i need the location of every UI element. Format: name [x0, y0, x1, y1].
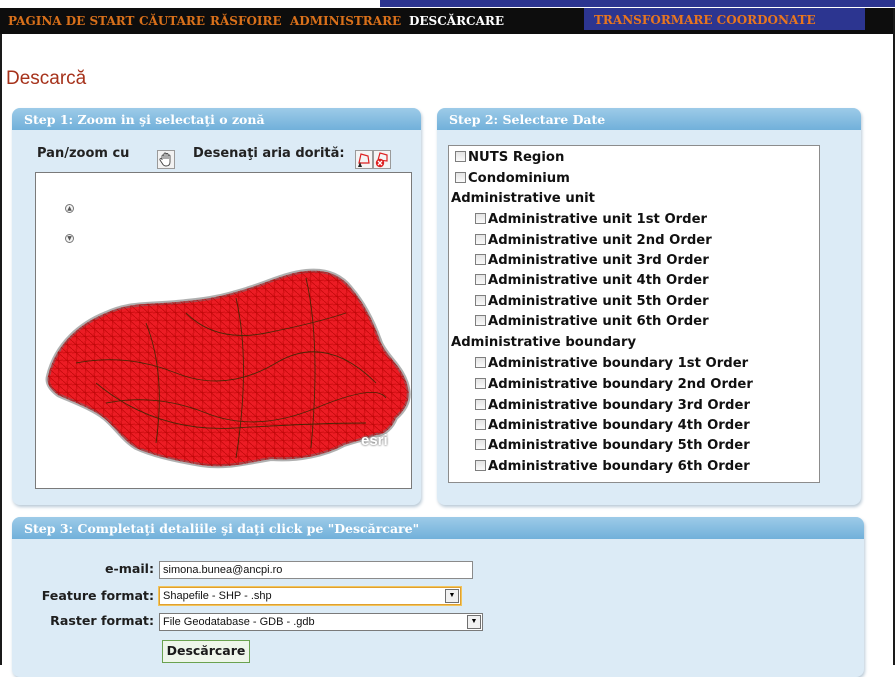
email-label: e-mail: [104, 561, 154, 576]
nav-cautare[interactable]: CĂUTARE [131, 8, 213, 34]
checkbox-icon[interactable] [455, 151, 466, 162]
checkbox-admin-unit-2[interactable]: Administrative unit 2nd Order [475, 231, 712, 251]
raster-format-value: File Geodatabase - GDB - .gdb [163, 616, 315, 628]
checkbox-admin-boundary-4[interactable]: Administrative boundary 4th Order [475, 416, 750, 436]
nav-pagina-de-start[interactable]: PAGINA DE START [0, 8, 142, 34]
chevron-down-icon[interactable]: ▼ [445, 589, 459, 603]
nav-descarcare[interactable]: DESCĂRCARE [401, 8, 512, 34]
checkbox-icon[interactable] [475, 213, 486, 224]
pan-zoom-label: Pan/zoom cu [37, 146, 130, 161]
feature-format-label: Feature format: [41, 588, 154, 603]
checkbox-icon[interactable] [475, 439, 486, 450]
map-tools-row: Pan/zoom cu [37, 146, 129, 161]
romania-map [45, 268, 411, 469]
email-field[interactable]: simona.bunea@ancpi.ro [159, 561, 473, 579]
raster-format-select[interactable]: File Geodatabase - GDB - .gdb ▼ [159, 613, 483, 631]
clear-drawing-icon[interactable] [373, 150, 391, 169]
checkbox-admin-unit-4[interactable]: Administrative unit 4th Order [475, 271, 709, 291]
page-title: Descarcă [6, 68, 87, 89]
checkbox-icon[interactable] [475, 295, 486, 306]
checkbox-icon[interactable] [475, 315, 486, 326]
step2-header: Step 2: Selectare Date [437, 108, 861, 130]
checkbox-admin-boundary-2[interactable]: Administrative boundary 2nd Order [475, 375, 753, 395]
group-administrative-boundary: Administrative boundary [451, 335, 637, 350]
chevron-down-icon[interactable]: ▼ [467, 615, 481, 629]
raster-format-label: Raster format: [50, 613, 154, 628]
feature-format-select[interactable]: Shapefile - SHP - .shp ▼ [159, 587, 461, 605]
draw-label-wrap: Desenaţi aria dorită: [193, 146, 345, 161]
checkbox-admin-boundary-6[interactable]: Administrative boundary 6th Order [475, 457, 750, 477]
esri-logo: esri [361, 432, 388, 449]
draw-area-label: Desenaţi aria dorită: [193, 146, 345, 161]
checkbox-icon[interactable] [475, 274, 486, 285]
checkbox-icon[interactable] [475, 234, 486, 245]
checkbox-condominium[interactable]: Condominium [455, 169, 570, 189]
checkbox-admin-unit-3[interactable]: Administrative unit 3rd Order [475, 251, 709, 271]
top-accent-bar [380, 0, 895, 7]
feature-format-value: Shapefile - SHP - .shp [163, 590, 272, 602]
step3-header: Step 3: Completaţi detaliile şi daţi cli… [12, 517, 864, 539]
data-selection-list: NUTS Region Condominium Administrative u… [448, 145, 820, 483]
main-navigation: PAGINA DE START CĂUTARE RĂSFOIRE ADMINIS… [0, 8, 895, 34]
checkbox-icon[interactable] [475, 357, 486, 368]
group-administrative-unit: Administrative unit [451, 191, 595, 206]
nav-rasfoire[interactable]: RĂSFOIRE [202, 8, 290, 34]
checkbox-admin-boundary-3[interactable]: Administrative boundary 3rd Order [475, 396, 750, 416]
checkbox-icon[interactable] [475, 378, 486, 389]
checkbox-icon[interactable] [475, 254, 486, 265]
checkbox-icon[interactable] [475, 460, 486, 471]
nav-administrare[interactable]: ADMINISTRARE [282, 8, 409, 34]
step1-header: Step 1: Zoom in şi selectaţi o zonă [12, 108, 421, 130]
checkbox-nuts-region[interactable]: NUTS Region [455, 148, 564, 168]
checkbox-admin-unit-5[interactable]: Administrative unit 5th Order [475, 292, 709, 312]
draw-polygon-icon[interactable] [355, 150, 373, 169]
checkbox-icon[interactable] [455, 172, 466, 183]
checkbox-admin-boundary-1[interactable]: Administrative boundary 1st Order [475, 354, 748, 374]
map-viewer[interactable]: ▲ ▼ [35, 172, 412, 489]
checkbox-icon[interactable] [475, 399, 486, 410]
pan-hand-icon[interactable] [157, 150, 175, 169]
checkbox-admin-unit-1[interactable]: Administrative unit 1st Order [475, 210, 707, 230]
top-strip [0, 0, 895, 8]
checkbox-admin-boundary-5[interactable]: Administrative boundary 5th Order [475, 436, 750, 456]
checkbox-icon[interactable] [475, 419, 486, 430]
page-frame-left [0, 34, 2, 665]
checkbox-admin-unit-6[interactable]: Administrative unit 6th Order [475, 312, 709, 332]
download-button[interactable]: Descărcare [162, 640, 250, 663]
nav-transformare-coordonate[interactable]: TRANSFORMARE COORDONATE [584, 8, 865, 30]
